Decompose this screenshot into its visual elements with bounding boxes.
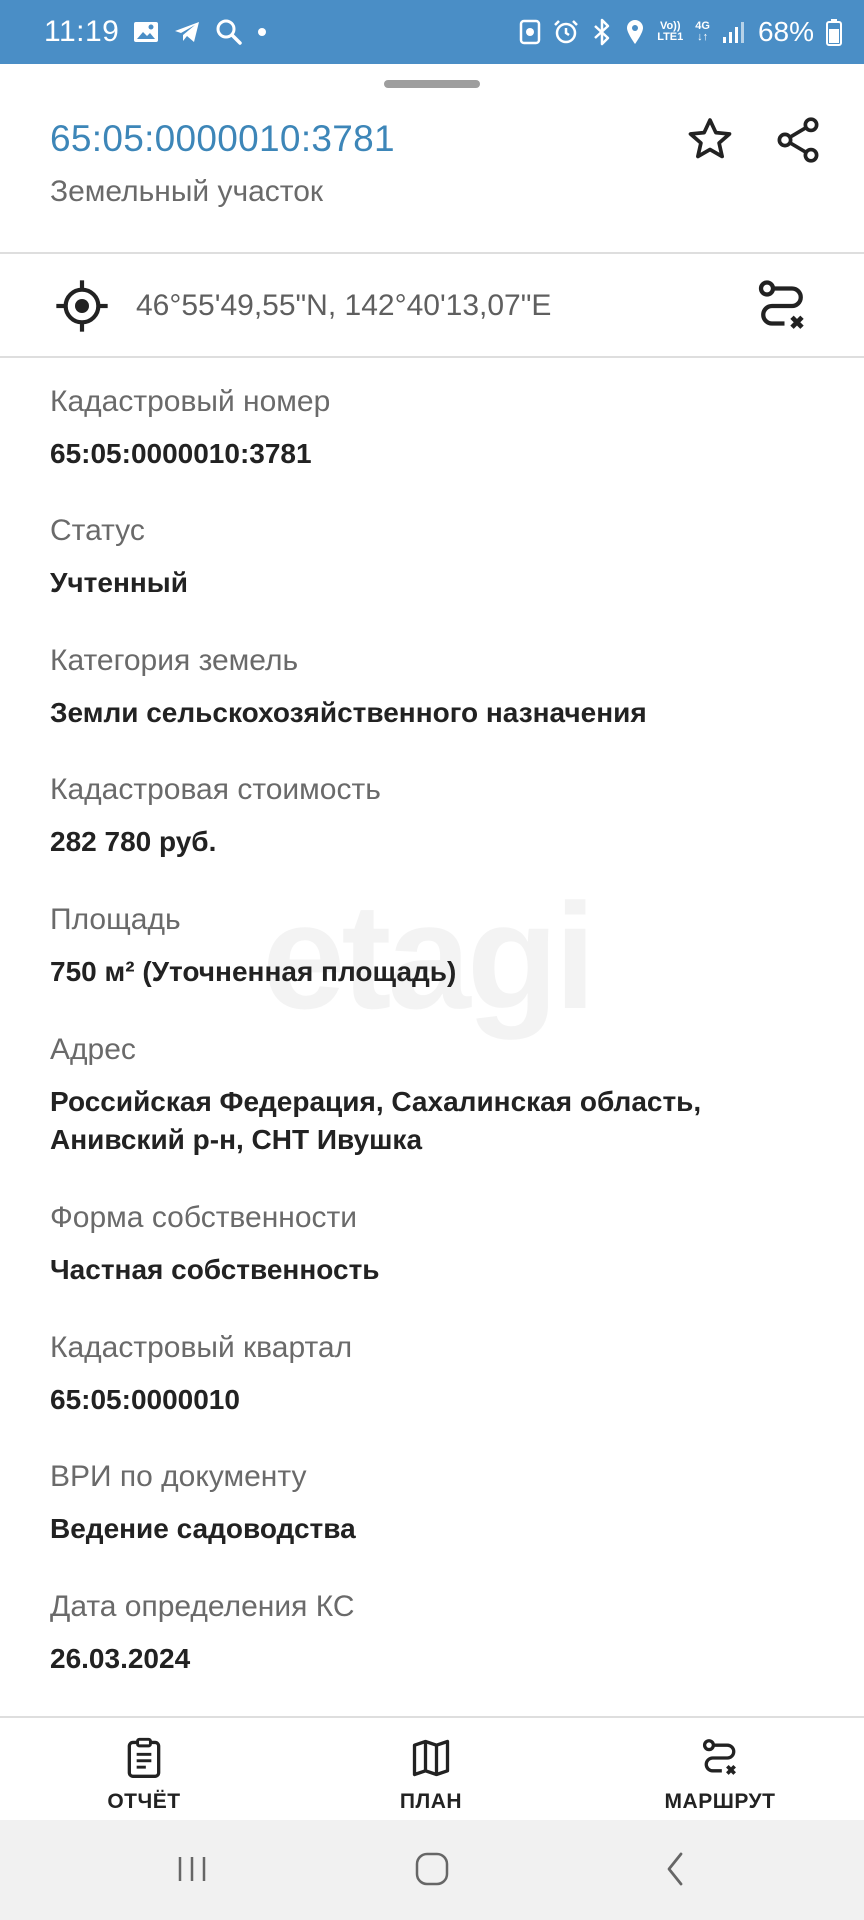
field-value: 750 м² (Уточненная площадь): [50, 956, 457, 987]
report-button[interactable]: ОТЧЁТ: [54, 1734, 234, 1814]
share-icon: [772, 114, 824, 171]
status-left: 11:19: [44, 15, 267, 49]
recents-icon: [174, 1853, 210, 1890]
signal-icon: [722, 20, 746, 44]
alarm-icon: [553, 19, 579, 45]
bluetooth-icon: [591, 18, 613, 46]
data-arrows-icon: ↓↑: [697, 31, 709, 43]
field-value: Ведение садоводства: [50, 1513, 356, 1544]
battery-percent: 68%: [757, 16, 814, 47]
address-line-2: Анивский р-н, СНТ Ивушка: [50, 1124, 423, 1155]
share-button[interactable]: [766, 110, 830, 174]
field-label: Кадастровый квартал: [50, 1331, 353, 1364]
report-label: ОТЧЁТ: [107, 1790, 181, 1813]
field-valuation-date: Дата определения КС 26.03.2024: [50, 1587, 830, 1678]
bottom-action-bar: ОТЧЁТ ПЛАН МАРШРУТ: [0, 1716, 864, 1820]
field-address: Адрес Российская Федерация, Сахалинская …: [50, 1030, 830, 1159]
status-right: Vo)) LTE1 4G ↓↑ 68%: [519, 16, 842, 48]
field-label: Кадастровая стоимость: [50, 773, 381, 806]
field-label: Кадастровый номер: [50, 385, 331, 418]
location-icon: [625, 18, 645, 46]
dot-icon: [257, 27, 267, 37]
recents-button[interactable]: [162, 1846, 222, 1896]
my-location-icon[interactable]: [54, 278, 110, 334]
telegram-icon: [173, 20, 201, 44]
field-permitted-use: ВРИ по документу Ведение садоводства: [50, 1457, 830, 1548]
field-value: 282 780 руб.: [50, 826, 217, 857]
field-value: Частная собственность: [50, 1254, 380, 1285]
network-gen: 4G ↓↑: [695, 21, 710, 43]
report-icon: [120, 1734, 168, 1782]
field-land-category: Категория земель Земли сельскохозяйствен…: [50, 641, 830, 732]
field-ownership: Форма собственности Частная собственност…: [50, 1198, 830, 1289]
network-type: Vo)) LTE1: [657, 21, 683, 43]
route-label: МАРШРУТ: [664, 1790, 776, 1813]
field-value: Земли сельскохозяйственного назначения: [50, 697, 647, 728]
map-icon: [407, 1734, 455, 1782]
back-button[interactable]: [646, 1846, 706, 1896]
plan-label: ПЛАН: [399, 1790, 463, 1813]
star-icon: [684, 114, 736, 171]
field-cadastral-quarter: Кадастровый квартал 65:05:0000010: [50, 1328, 830, 1419]
route-icon[interactable]: [752, 276, 812, 336]
field-label: Форма собственности: [50, 1201, 358, 1234]
route-icon: [696, 1734, 744, 1782]
plan-button[interactable]: ПЛАН: [341, 1734, 521, 1814]
back-icon: [661, 1850, 691, 1893]
field-label: Площадь: [50, 903, 181, 936]
coordinates-text[interactable]: 46°55'49,55"N, 142°40'13,07"E: [136, 289, 551, 323]
field-label: ВРИ по документу: [50, 1460, 307, 1493]
field-label: Статус: [50, 514, 145, 547]
screenshot-icon: [519, 19, 541, 45]
home-icon: [413, 1850, 451, 1893]
page-title: 65:05:0000010:3781: [50, 118, 395, 159]
favorite-button[interactable]: [678, 110, 742, 174]
search-icon: [215, 18, 243, 46]
field-cadastral-value: Кадастровая стоимость 282 780 руб.: [50, 770, 830, 861]
field-value: Российская Федерация, Сахалинская област…: [50, 1083, 830, 1159]
battery-icon: [826, 18, 842, 46]
field-value[interactable]: 65:05:0000010: [50, 1381, 830, 1419]
gallery-icon: [133, 20, 159, 44]
drag-handle[interactable]: [384, 80, 480, 88]
network-lte: LTE1: [657, 31, 684, 43]
address-line-1: Российская Федерация, Сахалинская област…: [50, 1086, 702, 1117]
field-value[interactable]: 65:05:0000010:3781: [50, 435, 830, 473]
home-button[interactable]: [402, 1846, 462, 1896]
system-nav-bar: [0, 1820, 864, 1920]
status-time: 11:19: [44, 15, 120, 48]
field-cadastral-number: Кадастровый номер 65:05:0000010:3781: [50, 382, 830, 473]
coordinates-row: 46°55'49,55"N, 142°40'13,07"E: [0, 256, 864, 358]
field-status: Статус Учтенный: [50, 511, 830, 602]
field-label: Адрес: [50, 1033, 136, 1066]
field-area: Площадь 750 м² (Уточненная площадь): [50, 900, 830, 991]
field-label: Категория земель: [50, 644, 299, 677]
route-button[interactable]: МАРШРУТ: [630, 1734, 810, 1814]
page-subtitle: Земельный участок: [50, 175, 324, 208]
field-value: Учтенный: [50, 567, 188, 598]
status-bar: 11:19 Vo)) LTE1 4G ↓↑ 68%: [0, 0, 864, 64]
field-label: Дата определения КС: [50, 1590, 355, 1623]
field-value: 26.03.2024: [50, 1643, 191, 1674]
